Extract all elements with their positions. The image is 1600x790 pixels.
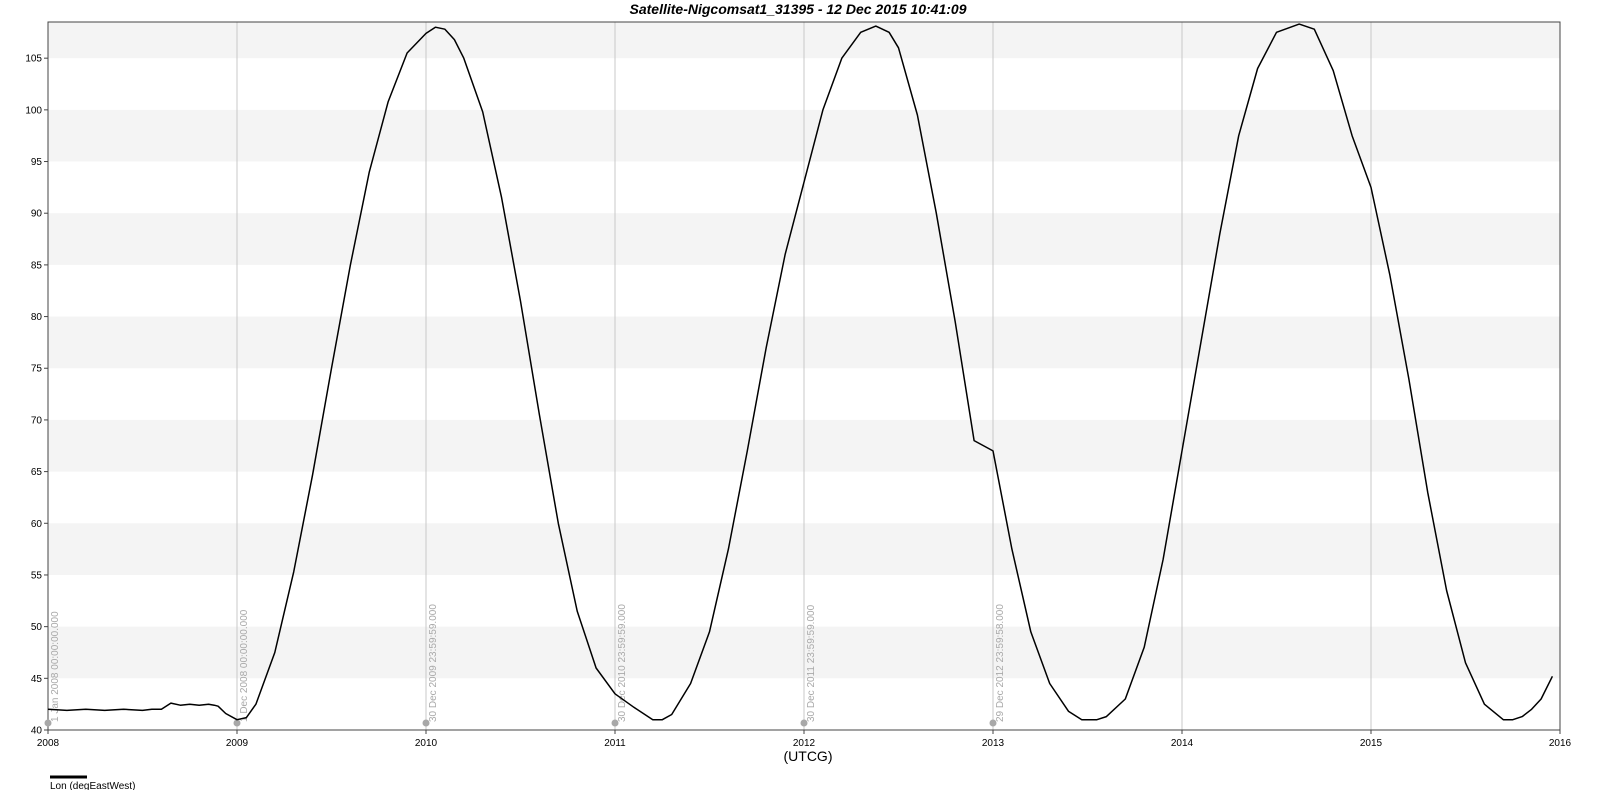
y-tick-label: 85 [31,260,43,271]
x-tick-label: 2009 [226,738,249,749]
legend-label: Lon (degEastWest) [50,781,135,790]
y-tick-label: 90 [31,209,43,220]
y-tick-label: 105 [25,54,42,65]
annotation-label: 30 Dec 2009 23:59:59.000 [428,604,439,722]
annotation-label: 1 Dec 2008 00:00:00.000 [239,609,250,722]
y-tick-label: 65 [31,467,43,478]
y-tick-label: 45 [31,674,43,685]
annotation-label: 1 Jan 2008 00:00:00.000 [50,611,61,722]
x-tick-label: 2013 [982,738,1005,749]
y-tick-label: 70 [31,415,43,426]
annotation-label: 30 Dec 2010 23:59:59.000 [617,604,628,722]
y-tick-label: 95 [31,157,43,168]
plot-area: 40 45 50 55 60 65 70 75 80 85 90 95 100 105 2008 2009 20… [25,21,1572,749]
annotation-label: 29 Dec 2012 23:59:58.000 [995,604,1006,722]
x-tick-label: 2016 [1549,738,1572,749]
annotation-label: 30 Dec 2011 23:59:59.000 [806,604,817,722]
x-tick-label: 2011 [604,738,626,749]
y-tick-label: 80 [31,312,43,323]
x-tick-label: 2008 [37,738,60,749]
legend: Lon (degEastWest) [50,775,135,790]
chart: Satellite-Nigcomsat1_31395 - 12 Dec 2015… [25,1,1572,790]
x-tick-label: 2010 [415,738,438,749]
x-tick-label: 2015 [1360,738,1383,749]
y-tick-label: 75 [31,364,43,375]
y-tick-label: 60 [31,519,43,530]
x-tick-label: 2014 [1171,738,1194,749]
y-tick-label: 50 [31,622,43,633]
y-tick-label: 55 [31,570,43,581]
y-tick-label: 40 [31,726,43,737]
chart-title: Satellite-Nigcomsat1_31395 - 12 Dec 2015… [630,1,967,17]
x-axis-label: (UTCG) [784,748,833,764]
y-tick-label: 100 [25,105,42,116]
